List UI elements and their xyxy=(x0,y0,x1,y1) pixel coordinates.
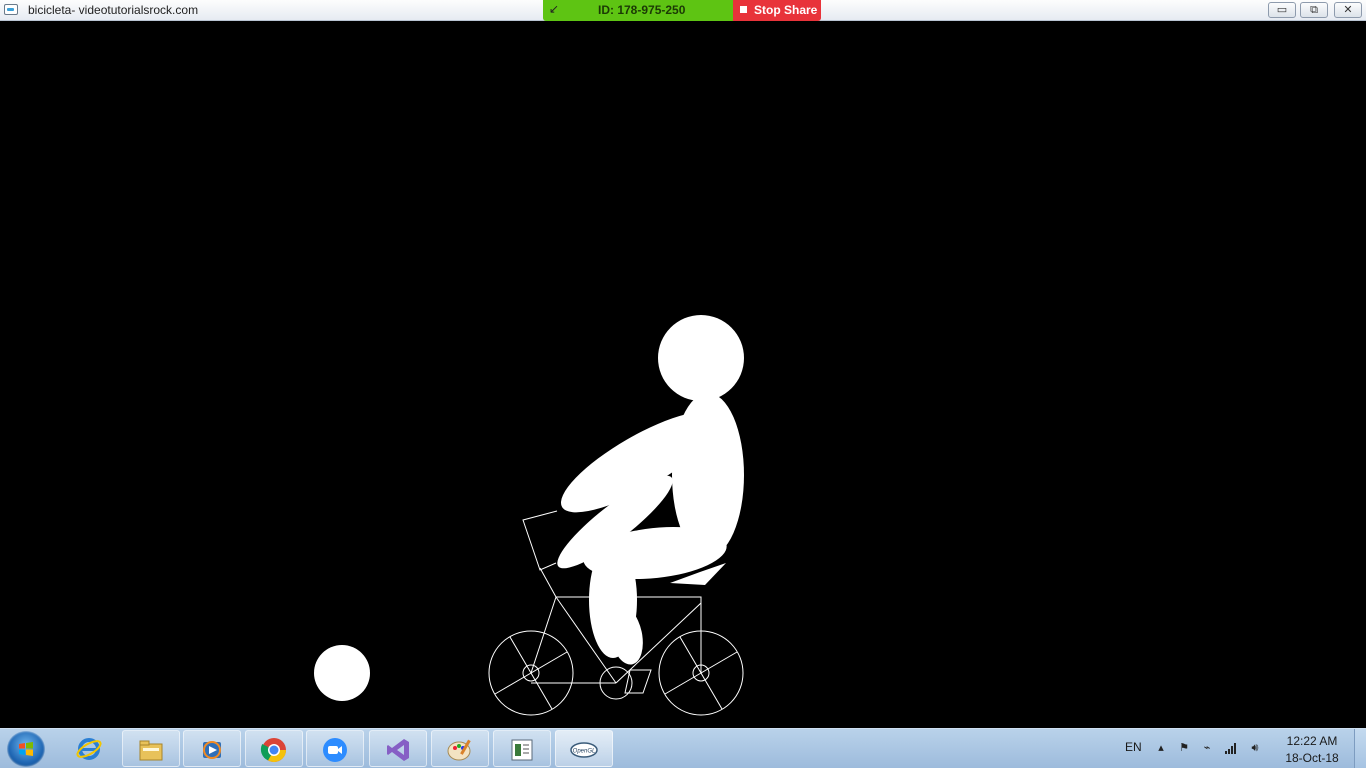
taskbar-ie[interactable] xyxy=(61,730,119,767)
taskbar-zoom[interactable] xyxy=(306,730,364,767)
rider-head xyxy=(658,315,744,401)
clock-date[interactable]: 18-Oct-18 xyxy=(1280,751,1344,765)
show-hidden-icons-icon[interactable]: ▴ xyxy=(1154,741,1168,755)
window-title-bar: bicicleta- videotutorialsrock.com ↙ ID: … xyxy=(0,0,1366,21)
internet-explorer-icon xyxy=(76,738,102,760)
opengl-canvas[interactable] xyxy=(0,22,1366,728)
ball xyxy=(314,645,370,701)
rider xyxy=(557,315,744,665)
power-plug-icon[interactable]: ⌁ xyxy=(1200,741,1214,755)
show-desktop-button[interactable] xyxy=(1354,729,1366,768)
network-signal-icon[interactable] xyxy=(1224,741,1238,755)
meeting-id: ID: 178-975-250 xyxy=(598,3,686,17)
language-indicator[interactable]: EN xyxy=(1125,740,1142,754)
handlebar xyxy=(522,510,558,571)
taskbar-opengl-app[interactable]: OpenGL xyxy=(555,730,613,767)
volume-icon[interactable]: 🔊︎ xyxy=(1248,741,1262,755)
folder-icon xyxy=(139,740,163,761)
pedal xyxy=(624,669,652,694)
bicycle-scene xyxy=(314,315,744,716)
taskbar-notepad[interactable] xyxy=(493,730,551,767)
taskbar-paint[interactable] xyxy=(431,730,489,767)
close-button[interactable]: ✕ xyxy=(1334,2,1362,18)
windows-logo-icon xyxy=(19,742,33,756)
minimize-icon: ▭ xyxy=(1276,3,1288,16)
opengl-logo-icon: OpenGL xyxy=(570,742,598,758)
minimize-button[interactable]: ▭ xyxy=(1268,2,1296,18)
stop-icon xyxy=(740,6,747,13)
taskbar-visual-studio[interactable] xyxy=(369,730,427,767)
visual-studio-icon xyxy=(387,739,409,761)
restore-button[interactable]: ⧉ xyxy=(1300,2,1328,18)
paint-icon xyxy=(447,739,471,761)
taskbar-file-explorer[interactable] xyxy=(122,730,180,767)
meeting-id-panel[interactable]: ↙ ID: 178-975-250 xyxy=(543,0,733,21)
clock-time[interactable]: 12:22 AM xyxy=(1280,734,1344,748)
stop-share-label: Stop Share xyxy=(754,3,818,17)
taskbar-media-player[interactable] xyxy=(183,730,241,767)
app-icon xyxy=(4,4,18,15)
taskbar-chrome[interactable] xyxy=(245,730,303,767)
restore-icon: ⧉ xyxy=(1310,3,1318,16)
collapse-arrow-icon[interactable]: ↙ xyxy=(549,2,559,16)
window-title: bicicleta- videotutorialsrock.com xyxy=(28,3,199,17)
chrome-icon xyxy=(260,738,286,763)
action-center-flag-icon[interactable]: ⚑ xyxy=(1177,741,1191,755)
zoom-icon xyxy=(323,738,347,762)
media-player-icon xyxy=(203,741,221,759)
opengl-logo-text: OpenGL xyxy=(573,749,596,755)
close-icon: ✕ xyxy=(1343,3,1353,16)
start-button[interactable] xyxy=(7,731,45,767)
taskbar: OpenGL EN ▴ ⚑ ⌁ 🔊︎ 12:22 AM 18-Oct-18 xyxy=(0,728,1366,768)
screen-share-bar: ↙ ID: 178-975-250 Stop Share xyxy=(543,0,821,21)
document-icon xyxy=(511,739,533,761)
stop-share-button[interactable]: Stop Share xyxy=(733,0,821,21)
